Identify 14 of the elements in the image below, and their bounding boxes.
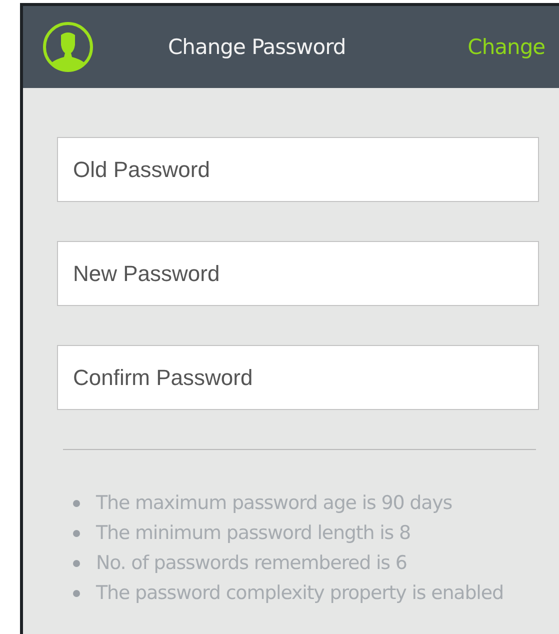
password-field[interactable]: New Password [57,241,539,306]
policy-rule: The password complexity property is enabled [96,582,504,604]
policy-rule: No. of passwords remembered is 6 [96,552,407,574]
user-avatar-icon [42,21,94,73]
bullet-icon [73,590,80,596]
change-link[interactable]: Change [468,35,546,59]
dialog-title: Change Password [168,35,346,59]
password-field[interactable]: Old Password [57,137,539,202]
password-field[interactable]: Confirm Password [57,345,539,410]
bullet-icon [73,560,80,566]
policy-rule: The maximum password age is 90 days [96,492,452,514]
bullet-icon [73,500,80,506]
policy-rule: The minimum password length is 8 [96,522,411,544]
bullet-icon [73,530,80,536]
